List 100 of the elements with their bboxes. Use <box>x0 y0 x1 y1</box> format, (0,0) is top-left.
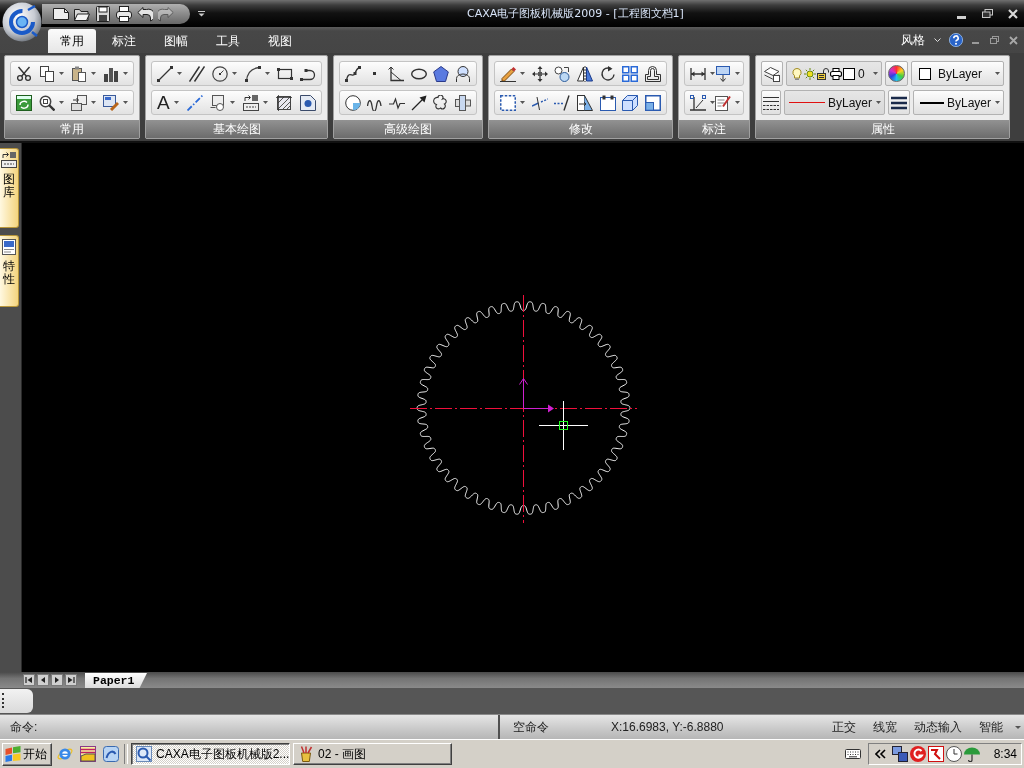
mirror-triangles-icon[interactable] <box>576 65 593 82</box>
edit-note-icon[interactable] <box>715 94 731 111</box>
caret-icon[interactable] <box>91 72 96 75</box>
paint-brush-icon[interactable] <box>103 94 119 111</box>
document-circle-icon[interactable] <box>210 94 227 111</box>
dimension-icon[interactable] <box>690 65 706 82</box>
cloud-icon[interactable] <box>433 94 449 111</box>
extend-lines-icon[interactable] <box>554 94 571 111</box>
start-button[interactable]: 开始 <box>2 742 52 766</box>
keyboard-icon[interactable] <box>845 749 861 759</box>
mode-toggle[interactable]: 动态输入 <box>906 717 970 737</box>
line-icon[interactable] <box>157 65 173 82</box>
caret-icon[interactable] <box>995 101 1000 104</box>
sheet-tab[interactable]: Paper1 <box>85 673 147 688</box>
linetype-dropdown[interactable]: ByLayer <box>784 90 885 115</box>
caret-icon[interactable] <box>735 72 740 75</box>
undo-arrow-icon[interactable] <box>137 5 153 22</box>
printer-icon[interactable] <box>830 67 842 80</box>
dock-tab[interactable]: 特性 <box>0 235 19 307</box>
box-3d-icon[interactable] <box>622 94 639 111</box>
dock-grip-handle[interactable] <box>0 689 33 713</box>
layer-manager-button[interactable] <box>761 61 783 86</box>
caret-icon[interactable] <box>264 72 270 75</box>
grid-squares-icon[interactable] <box>622 65 639 82</box>
linetype-button[interactable] <box>761 90 781 115</box>
dotted-rect-icon[interactable] <box>599 94 616 111</box>
caret-icon[interactable] <box>873 72 878 75</box>
bar-chart-icon[interactable] <box>103 65 119 82</box>
zoom-icon[interactable] <box>39 94 55 111</box>
caret-icon[interactable] <box>177 72 182 75</box>
next-icon[interactable] <box>51 674 63 686</box>
ribbon-tab[interactable]: 工具 <box>204 29 252 53</box>
swoosh-disc-icon[interactable] <box>910 746 926 762</box>
caret-icon[interactable] <box>59 72 64 75</box>
mode-toggle[interactable]: 智能 <box>971 717 1011 737</box>
padlock-icon[interactable] <box>817 67 829 80</box>
taskbar-button[interactable]: CAXA电子图板机械版2... <box>131 743 290 765</box>
ribbon-tab[interactable]: 标注 <box>100 29 148 53</box>
caret-icon[interactable] <box>710 72 715 75</box>
skip-to-last-icon[interactable] <box>65 674 77 686</box>
swirl-tile-icon[interactable] <box>103 746 119 762</box>
circle-icon[interactable] <box>212 65 229 82</box>
break-line-icon[interactable] <box>389 94 405 111</box>
clipboard-icon[interactable] <box>71 65 87 82</box>
tile-icon[interactable] <box>928 746 944 762</box>
browser-icon[interactable] <box>57 746 73 762</box>
caret-icon[interactable] <box>230 101 236 104</box>
block-insert-icon[interactable] <box>243 94 260 111</box>
spline-icon[interactable] <box>345 65 361 82</box>
offset-outline-icon[interactable] <box>644 65 661 82</box>
caret-icon[interactable] <box>232 72 238 75</box>
parallel-lines-icon[interactable] <box>189 65 206 82</box>
rotate-arrow-icon[interactable] <box>599 65 616 82</box>
stretch-shape-icon[interactable] <box>576 94 593 111</box>
network-icon[interactable] <box>892 746 908 762</box>
color-dropdown[interactable]: ByLayer <box>911 61 1004 86</box>
ribbon-tab[interactable]: 图幅 <box>152 29 200 53</box>
new-document-icon[interactable] <box>53 5 69 22</box>
dock-tab[interactable]: 图库 <box>0 148 19 228</box>
caret-icon[interactable] <box>91 101 96 104</box>
caret-icon[interactable] <box>123 101 128 104</box>
light-bulb-icon[interactable] <box>791 67 803 80</box>
stepped-shaft-icon[interactable] <box>455 94 471 111</box>
circle-on-arc-icon[interactable] <box>454 65 471 82</box>
folder-window-icon[interactable] <box>80 746 96 762</box>
caret-icon[interactable] <box>520 72 525 75</box>
lineweight-dropdown[interactable]: ByLayer <box>913 90 1004 115</box>
scale-square-icon[interactable] <box>644 94 661 111</box>
caret-icon[interactable] <box>123 72 128 75</box>
arc-icon[interactable] <box>244 65 261 82</box>
clock-icon[interactable] <box>946 746 962 762</box>
dash-dot-line-icon[interactable] <box>186 94 203 111</box>
pencil-icon[interactable] <box>500 65 516 82</box>
taskbar-button[interactable]: 02 - 画图 <box>293 743 452 765</box>
double-chevron-icon[interactable] <box>875 749 886 759</box>
copy-circles-icon[interactable] <box>554 65 571 82</box>
layer-dropdown[interactable]: 0 <box>786 61 882 86</box>
rectangle-icon[interactable] <box>276 65 293 82</box>
caret-icon[interactable] <box>198 10 205 17</box>
caret-icon[interactable] <box>173 101 179 104</box>
text-tool-glyph[interactable]: A <box>157 94 170 111</box>
ribbon-tab[interactable]: 常用 <box>48 29 96 53</box>
style-menu[interactable]: 风格 <box>901 31 925 49</box>
mode-toggle[interactable]: 正交 <box>824 717 864 737</box>
color-picker-button[interactable] <box>885 61 908 86</box>
angle-axes-icon[interactable] <box>388 65 405 82</box>
box-down-arrow-icon[interactable] <box>715 65 731 82</box>
axes-diagonal-icon[interactable] <box>690 94 706 111</box>
caret-icon[interactable] <box>995 72 1000 75</box>
document-arrow-icon[interactable] <box>71 94 87 111</box>
caret-icon[interactable] <box>876 101 881 104</box>
caret-icon[interactable] <box>263 101 269 104</box>
scissors-icon[interactable] <box>16 65 32 82</box>
mode-toggle[interactable]: 线宽 <box>865 717 905 737</box>
help-icon[interactable] <box>949 33 963 47</box>
arrow-icon[interactable] <box>411 94 427 111</box>
caret-icon[interactable] <box>520 101 525 104</box>
trim-lines-icon[interactable] <box>531 94 548 111</box>
move-arrows-icon[interactable] <box>531 65 548 82</box>
restore-icon[interactable] <box>982 9 993 18</box>
